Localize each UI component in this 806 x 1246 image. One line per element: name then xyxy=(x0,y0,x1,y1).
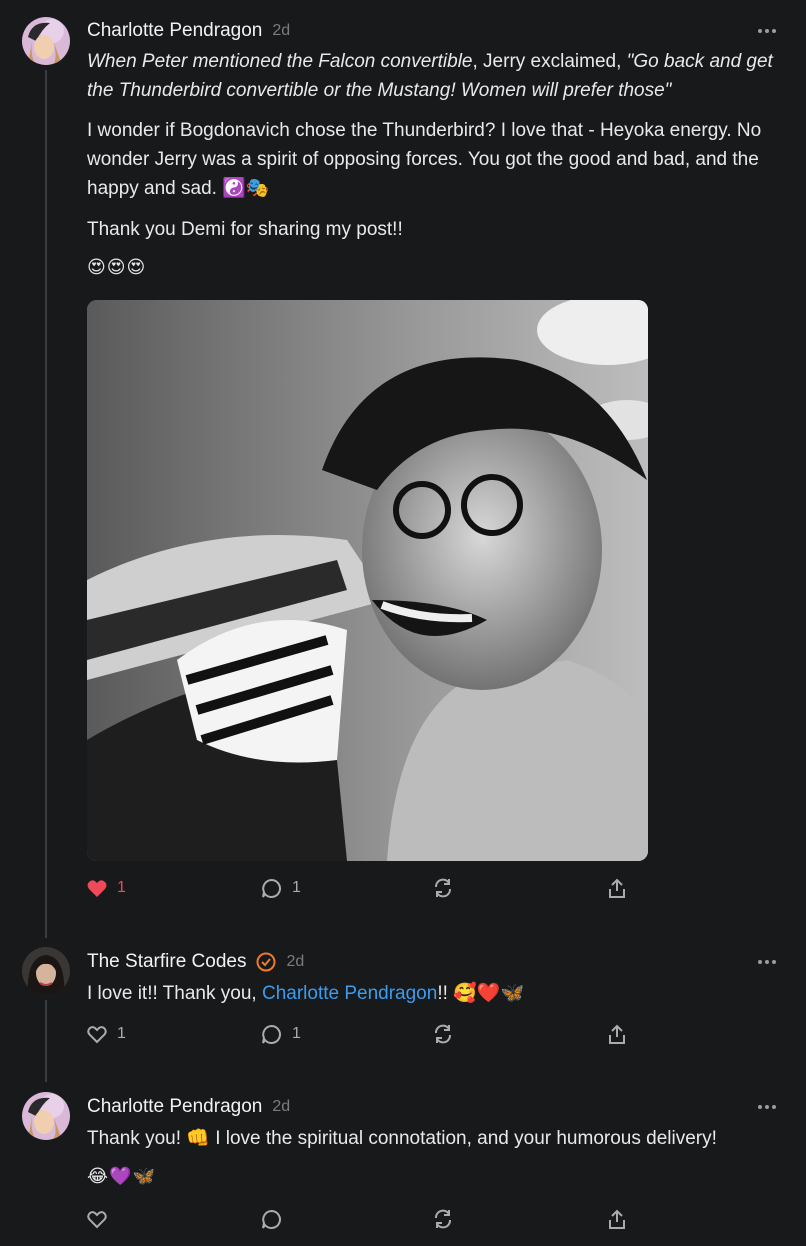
comment-icon xyxy=(262,1024,281,1044)
thread-line xyxy=(45,1000,47,1082)
mention-link[interactable]: Charlotte Pendragon xyxy=(262,983,437,1004)
comment-paragraph: I wonder if Bogdonavich chose the Thunde… xyxy=(87,120,762,199)
comment-paragraph: Thank you Demi for sharing my post!! xyxy=(87,219,403,240)
comment-paragraph: When Peter mentioned the Falcon converti… xyxy=(87,51,773,101)
like-button[interactable]: 1 xyxy=(87,875,126,901)
reply-button[interactable] xyxy=(261,1206,282,1232)
restack-icon xyxy=(435,1024,451,1044)
restack-icon xyxy=(435,878,451,898)
avatar[interactable] xyxy=(22,1092,70,1140)
timestamp[interactable]: 2d xyxy=(286,953,304,971)
like-count: 1 xyxy=(117,879,126,896)
restack-button[interactable] xyxy=(433,1021,453,1047)
comment-header: Charlotte Pendragon 2d xyxy=(87,18,290,44)
comment-paragraph: Thank you! 👊 I love the spiritual connot… xyxy=(87,1128,717,1149)
reply-button[interactable]: 1 xyxy=(261,1021,301,1047)
heart-icon xyxy=(87,1025,107,1043)
share-button[interactable] xyxy=(607,1206,627,1232)
share-button[interactable] xyxy=(607,875,627,901)
avatar[interactable] xyxy=(22,947,70,995)
more-options-button[interactable] xyxy=(758,28,776,34)
comment-icon xyxy=(262,1209,281,1229)
like-count: 1 xyxy=(117,1025,126,1042)
heart-icon xyxy=(87,879,107,897)
share-icon xyxy=(609,1024,625,1044)
restack-button[interactable] xyxy=(433,1206,453,1232)
more-options-button[interactable] xyxy=(758,1104,776,1110)
reply-button[interactable]: 1 xyxy=(261,875,301,901)
reply-count: 1 xyxy=(292,1025,301,1042)
restack-icon xyxy=(435,1209,451,1229)
comment-actions: 1 1 xyxy=(87,875,647,901)
comment-header: Charlotte Pendragon 2d xyxy=(87,1094,290,1120)
share-icon xyxy=(609,1209,625,1229)
comment-actions: 1 1 xyxy=(87,1021,647,1047)
verified-icon xyxy=(256,952,276,972)
emoji-line: 😍😍😍 xyxy=(87,257,147,277)
author-name[interactable]: Charlotte Pendragon xyxy=(87,20,262,42)
author-name[interactable]: Charlotte Pendragon xyxy=(87,1096,262,1118)
more-icon xyxy=(758,29,762,33)
comment-header: The Starfire Codes 2d xyxy=(87,949,304,975)
like-button[interactable] xyxy=(87,1206,107,1232)
more-options-button[interactable] xyxy=(758,959,776,965)
avatar[interactable] xyxy=(22,17,70,65)
more-icon xyxy=(758,1105,762,1109)
comment-actions xyxy=(87,1206,647,1232)
thread-line xyxy=(45,70,47,938)
reply-count: 1 xyxy=(292,879,301,896)
comment-icon xyxy=(262,878,281,898)
restack-button[interactable] xyxy=(433,875,453,901)
timestamp[interactable]: 2d xyxy=(272,1098,290,1116)
author-name[interactable]: The Starfire Codes xyxy=(87,951,246,973)
emoji-line: 😂💜🦋 xyxy=(87,1166,156,1186)
share-icon xyxy=(609,878,625,898)
like-button[interactable]: 1 xyxy=(87,1021,126,1047)
timestamp[interactable]: 2d xyxy=(272,22,290,40)
more-icon xyxy=(758,960,762,964)
share-button[interactable] xyxy=(607,1021,627,1047)
comment-paragraph: I love it!! Thank you, Charlotte Pendrag… xyxy=(87,983,525,1004)
attached-photo[interactable] xyxy=(87,300,648,861)
heart-icon xyxy=(87,1210,107,1228)
verified-badge xyxy=(256,952,276,972)
